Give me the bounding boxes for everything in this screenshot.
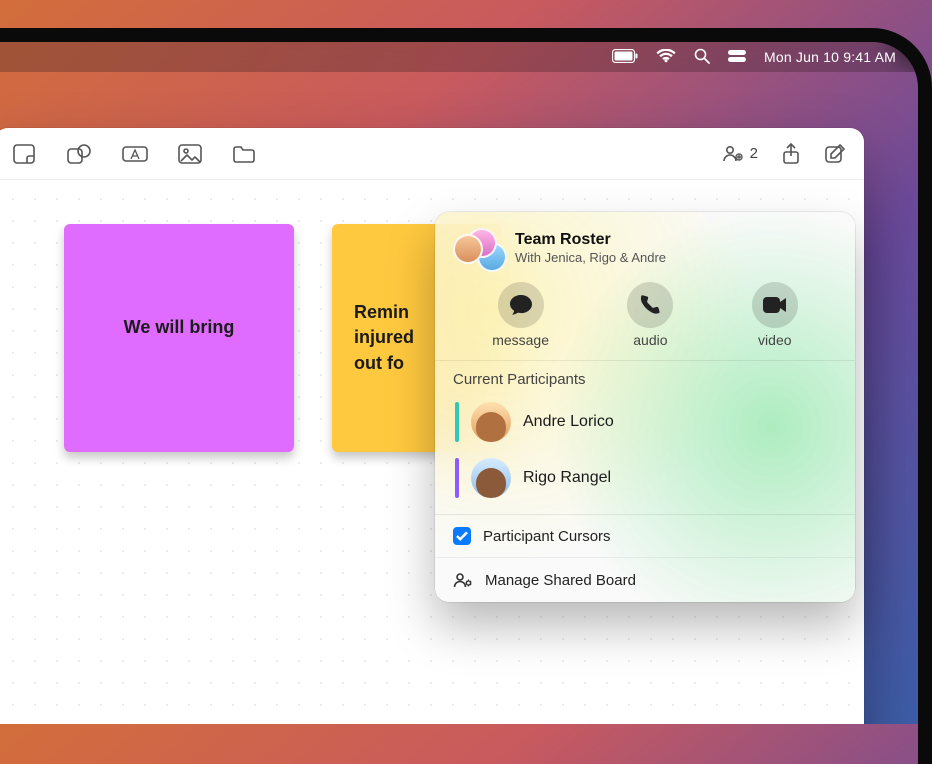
action-label: message (492, 332, 549, 348)
action-label: video (758, 332, 791, 348)
wifi-icon[interactable] (656, 49, 676, 66)
spotlight-icon[interactable] (694, 48, 710, 67)
participant-cursors-toggle[interactable]: Participant Cursors (435, 515, 855, 557)
message-icon (498, 282, 544, 328)
avatar (471, 458, 511, 498)
participant-color-bar (455, 458, 459, 498)
option-label: Manage Shared Board (485, 572, 636, 589)
video-icon (752, 282, 798, 328)
control-center-icon[interactable] (728, 49, 746, 65)
file-tool[interactable] (232, 143, 256, 165)
participant-color-bar (455, 402, 459, 442)
action-label: audio (633, 332, 667, 348)
phone-icon (627, 282, 673, 328)
menubar: Mon Jun 10 9:41 AM (0, 42, 918, 72)
compose-button[interactable] (824, 143, 846, 165)
participants-header: Current Participants (435, 361, 855, 394)
image-tool[interactable] (178, 143, 202, 165)
manage-shared-board[interactable]: Manage Shared Board (435, 557, 855, 602)
audio-action[interactable]: audio (627, 282, 673, 348)
popover-title: Team Roster (515, 231, 666, 249)
popover-subtitle: With Jenica, Rigo & Andre (515, 250, 666, 265)
avatar (453, 234, 483, 264)
sticky-note-tool[interactable] (12, 143, 36, 165)
participant-row[interactable]: Rigo Rangel (449, 450, 841, 506)
screen: Mon Jun 10 9:41 AM (0, 42, 918, 724)
popover-header: Team Roster With Jenica, Rigo & Andre (435, 212, 855, 278)
participant-name: Rigo Rangel (523, 469, 611, 487)
toolbar: 2 (0, 128, 864, 180)
shape-tool[interactable] (66, 143, 92, 165)
text-box-tool[interactable] (122, 143, 148, 165)
group-avatar-stack (453, 228, 503, 268)
checkbox-checked-icon (453, 527, 471, 545)
participant-name: Andre Lorico (523, 413, 614, 431)
sticky-text: We will bring (124, 317, 235, 338)
menubar-datetime[interactable]: Mon Jun 10 9:41 AM (764, 49, 896, 65)
avatar (471, 402, 511, 442)
participants-list: Andre Lorico Rigo Rangel (435, 394, 855, 515)
participant-row[interactable]: Andre Lorico (449, 394, 841, 450)
manage-board-icon (453, 570, 473, 590)
desktop: 2 We will bring Remin i (0, 72, 918, 724)
message-action[interactable]: message (492, 282, 549, 348)
option-label: Participant Cursors (483, 528, 611, 545)
share-button[interactable] (782, 143, 800, 165)
sticky-note-purple[interactable]: We will bring (64, 224, 294, 452)
video-action[interactable]: video (752, 282, 798, 348)
collaborate-count: 2 (750, 145, 758, 162)
battery-icon[interactable] (612, 49, 638, 66)
popover-actions: message audio video (435, 278, 855, 361)
collaboration-popover: Team Roster With Jenica, Rigo & Andre me… (435, 212, 855, 602)
collaborate-button[interactable]: 2 (722, 144, 758, 164)
